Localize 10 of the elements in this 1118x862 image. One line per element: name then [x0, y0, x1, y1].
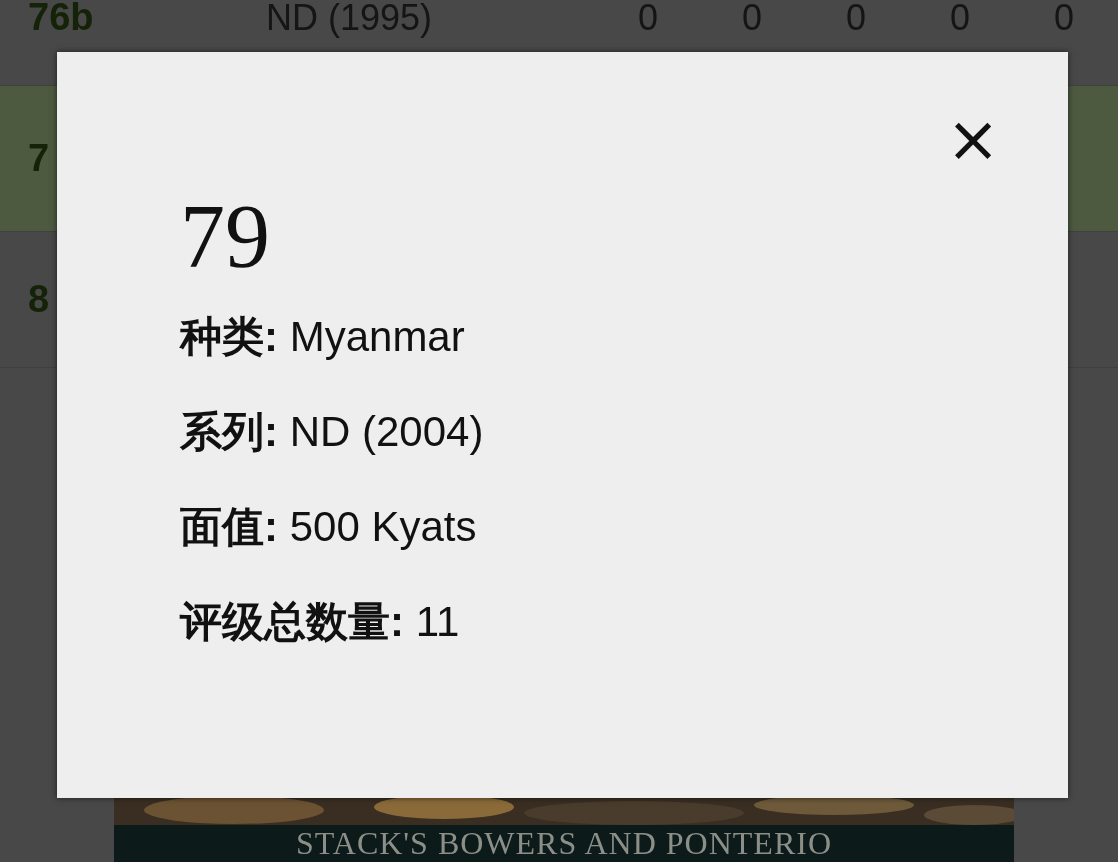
banner-title: STACK'S BOWERS AND PONTERIO: [114, 825, 1014, 862]
table-cell-text: 76b: [27, 0, 95, 39]
detail-line: 评级总数量: 11: [180, 597, 460, 647]
detail-line: 系列: ND (2004): [180, 407, 484, 457]
close-button[interactable]: ×: [946, 112, 1000, 166]
detail-line: 种类: Myanmar: [180, 312, 465, 362]
dialog-title: 79: [180, 192, 270, 282]
table-cell-text: 8: [27, 278, 51, 321]
detail-line: 面值: 500 Kyats: [180, 502, 477, 552]
table-cell-text: 7: [27, 137, 51, 180]
